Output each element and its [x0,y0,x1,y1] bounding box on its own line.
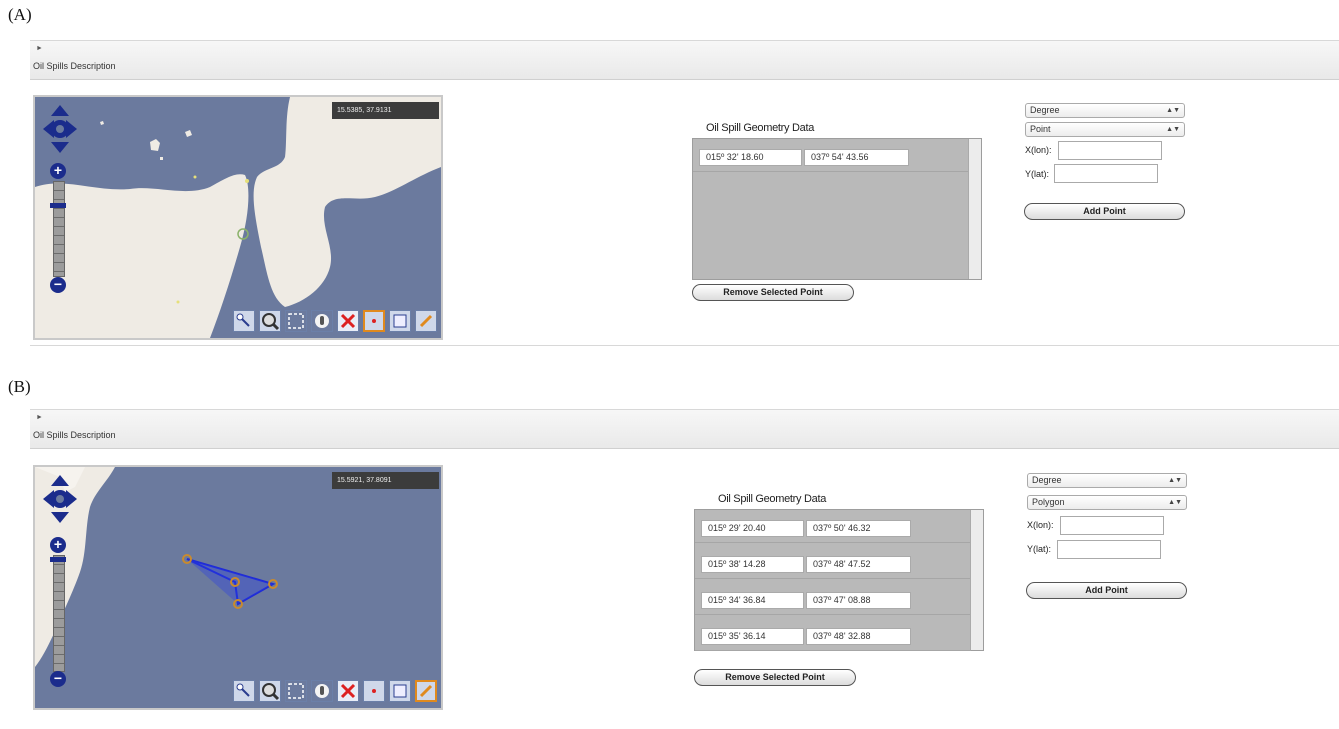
y-lat-input[interactable] [1057,540,1161,559]
point-tool-icon[interactable] [363,680,385,702]
lon-cell[interactable]: 015º 29' 20.40 [701,520,804,537]
select-caret-icon: ▲▼ [1168,499,1182,506]
coordinate-readout: 15.5921, 37.8091 [332,472,439,489]
y-lat-label: Y(lat): [1027,544,1052,554]
x-lon-label: X(lon): [1027,520,1054,530]
scrollbar[interactable] [970,510,983,650]
table-row[interactable]: 015º 34' 36.84 037º 47' 08.88 [695,586,971,615]
remove-selected-point-button[interactable]: Remove Selected Point [694,669,856,686]
line-tool-icon[interactable] [389,680,411,702]
section-title: Oil Spills Description [33,430,116,440]
lat-cell[interactable]: 037º 48' 47.52 [806,556,911,573]
geometry-type-value: Polygon [1032,497,1065,507]
oil-spills-description-bar[interactable]: ► Oil Spills Description [30,409,1339,449]
lon-cell[interactable]: 015º 38' 14.28 [701,556,804,573]
map-toolbar [233,680,437,704]
zoom-thumb[interactable] [50,557,66,562]
add-point-button[interactable]: Add Point [1026,582,1187,599]
zoom-box-icon[interactable] [233,680,255,702]
table-row[interactable]: 015º 35' 36.14 037º 48' 32.88 [695,622,971,651]
unit-select[interactable]: Degree ▲▼ [1027,473,1187,488]
minus-icon[interactable]: − [50,671,66,687]
table-row[interactable]: 015º 29' 20.40 037º 50' 46.32 [695,514,971,543]
plus-icon[interactable]: + [50,537,66,553]
hand-icon[interactable] [311,680,333,702]
lat-cell[interactable]: 037º 50' 46.32 [806,520,911,537]
lat-cell[interactable]: 037º 47' 08.88 [806,592,911,609]
lon-cell[interactable]: 015º 34' 36.84 [701,592,804,609]
map-land [35,467,278,667]
geometry-data-list[interactable]: 015º 29' 20.40 037º 50' 46.32 015º 38' 1… [694,509,984,651]
zoom-glass-icon[interactable] [259,680,281,702]
pan-arrows-icon[interactable] [43,475,77,523]
x-lon-input[interactable] [1060,516,1164,535]
panel-b: ► Oil Spills Description 15.5921, 37.809… [0,0,1339,710]
lon-cell[interactable]: 015º 35' 36.14 [701,628,804,645]
polygon-tool-icon[interactable] [415,680,437,702]
expand-arrow-icon[interactable]: ► [36,414,43,421]
unit-select-value: Degree [1032,475,1062,485]
select-caret-icon: ▲▼ [1168,477,1182,484]
zoom-track[interactable] [53,555,65,672]
table-row[interactable]: 015º 38' 14.28 037º 48' 47.52 [695,550,971,579]
lat-cell[interactable]: 037º 48' 32.88 [806,628,911,645]
zoom-bar[interactable]: + − [50,537,66,687]
map-view[interactable]: 15.5921, 37.8091 + − [33,465,443,710]
delete-feature-icon[interactable] [337,680,359,702]
select-box-icon[interactable] [285,680,307,702]
panel-b-label: (B) [8,377,31,396]
geometry-type-select[interactable]: Polygon ▲▼ [1027,495,1187,510]
geometry-data-title: Oil Spill Geometry Data [718,493,827,505]
